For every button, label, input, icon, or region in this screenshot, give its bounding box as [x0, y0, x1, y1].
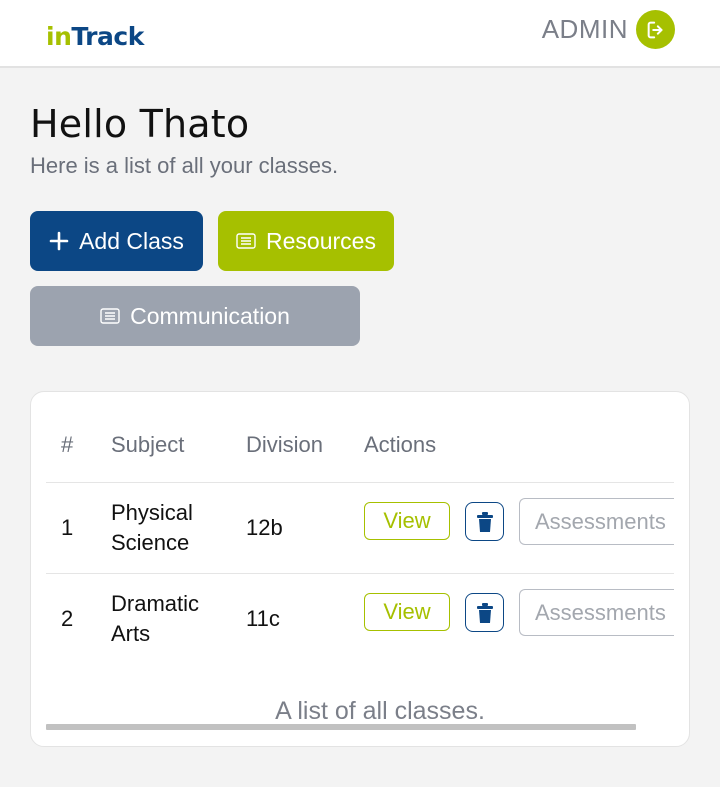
column-header-number: # [61, 432, 74, 457]
document-icon [100, 308, 120, 324]
assessments-button[interactable]: Assessments [519, 589, 674, 636]
communication-button[interactable]: Communication [30, 286, 360, 346]
trash-icon [476, 511, 493, 532]
document-icon [236, 233, 256, 249]
row-subject: Physical Science [111, 498, 193, 558]
row-division: 12b [246, 515, 283, 540]
assessments-label: Assessments [535, 509, 666, 534]
row-subject: Dramatic Arts [111, 589, 199, 649]
subject-line: Science [111, 530, 190, 555]
subject-line: Arts [111, 621, 151, 646]
column-header-division: Division [246, 432, 324, 457]
trash-icon [476, 602, 493, 623]
table-caption: A list of all classes. [275, 697, 485, 725]
table-divider [46, 573, 674, 574]
communication-label: Communication [130, 302, 290, 329]
plus-icon [49, 231, 69, 251]
assessments-label: Assessments [535, 600, 666, 625]
resources-label: Resources [266, 227, 376, 254]
row-number: 2 [61, 606, 74, 631]
logout-button[interactable] [636, 10, 675, 49]
resources-button[interactable]: Resources [218, 211, 394, 271]
subject-line: Dramatic [111, 591, 200, 616]
table-divider [46, 482, 674, 483]
add-class-label: Add Class [79, 227, 184, 254]
top-header: inTrack ADMIN [0, 0, 720, 68]
row-division: 11c [246, 606, 280, 631]
delete-button[interactable] [465, 502, 504, 541]
page-subtitle: Here is a list of all your classes. [30, 153, 339, 178]
view-button[interactable]: View [364, 593, 450, 631]
assessments-button[interactable]: Assessments [519, 498, 674, 545]
app-logo[interactable]: inTrack [46, 22, 144, 51]
logo-track: Track [71, 22, 144, 51]
view-button[interactable]: View [364, 502, 450, 540]
page-title: Hello Thato [30, 102, 250, 146]
subject-line: Physical [111, 500, 193, 525]
column-header-actions: Actions [364, 432, 437, 457]
horizontal-scrollbar[interactable] [46, 724, 636, 730]
row-number: 1 [61, 515, 74, 540]
user-role-label: ADMIN [541, 14, 628, 44]
column-header-subject: Subject [111, 432, 185, 457]
delete-button[interactable] [465, 593, 504, 632]
add-class-button[interactable]: Add Class [30, 211, 203, 271]
logo-in: in [46, 22, 72, 51]
logout-icon [647, 21, 663, 38]
